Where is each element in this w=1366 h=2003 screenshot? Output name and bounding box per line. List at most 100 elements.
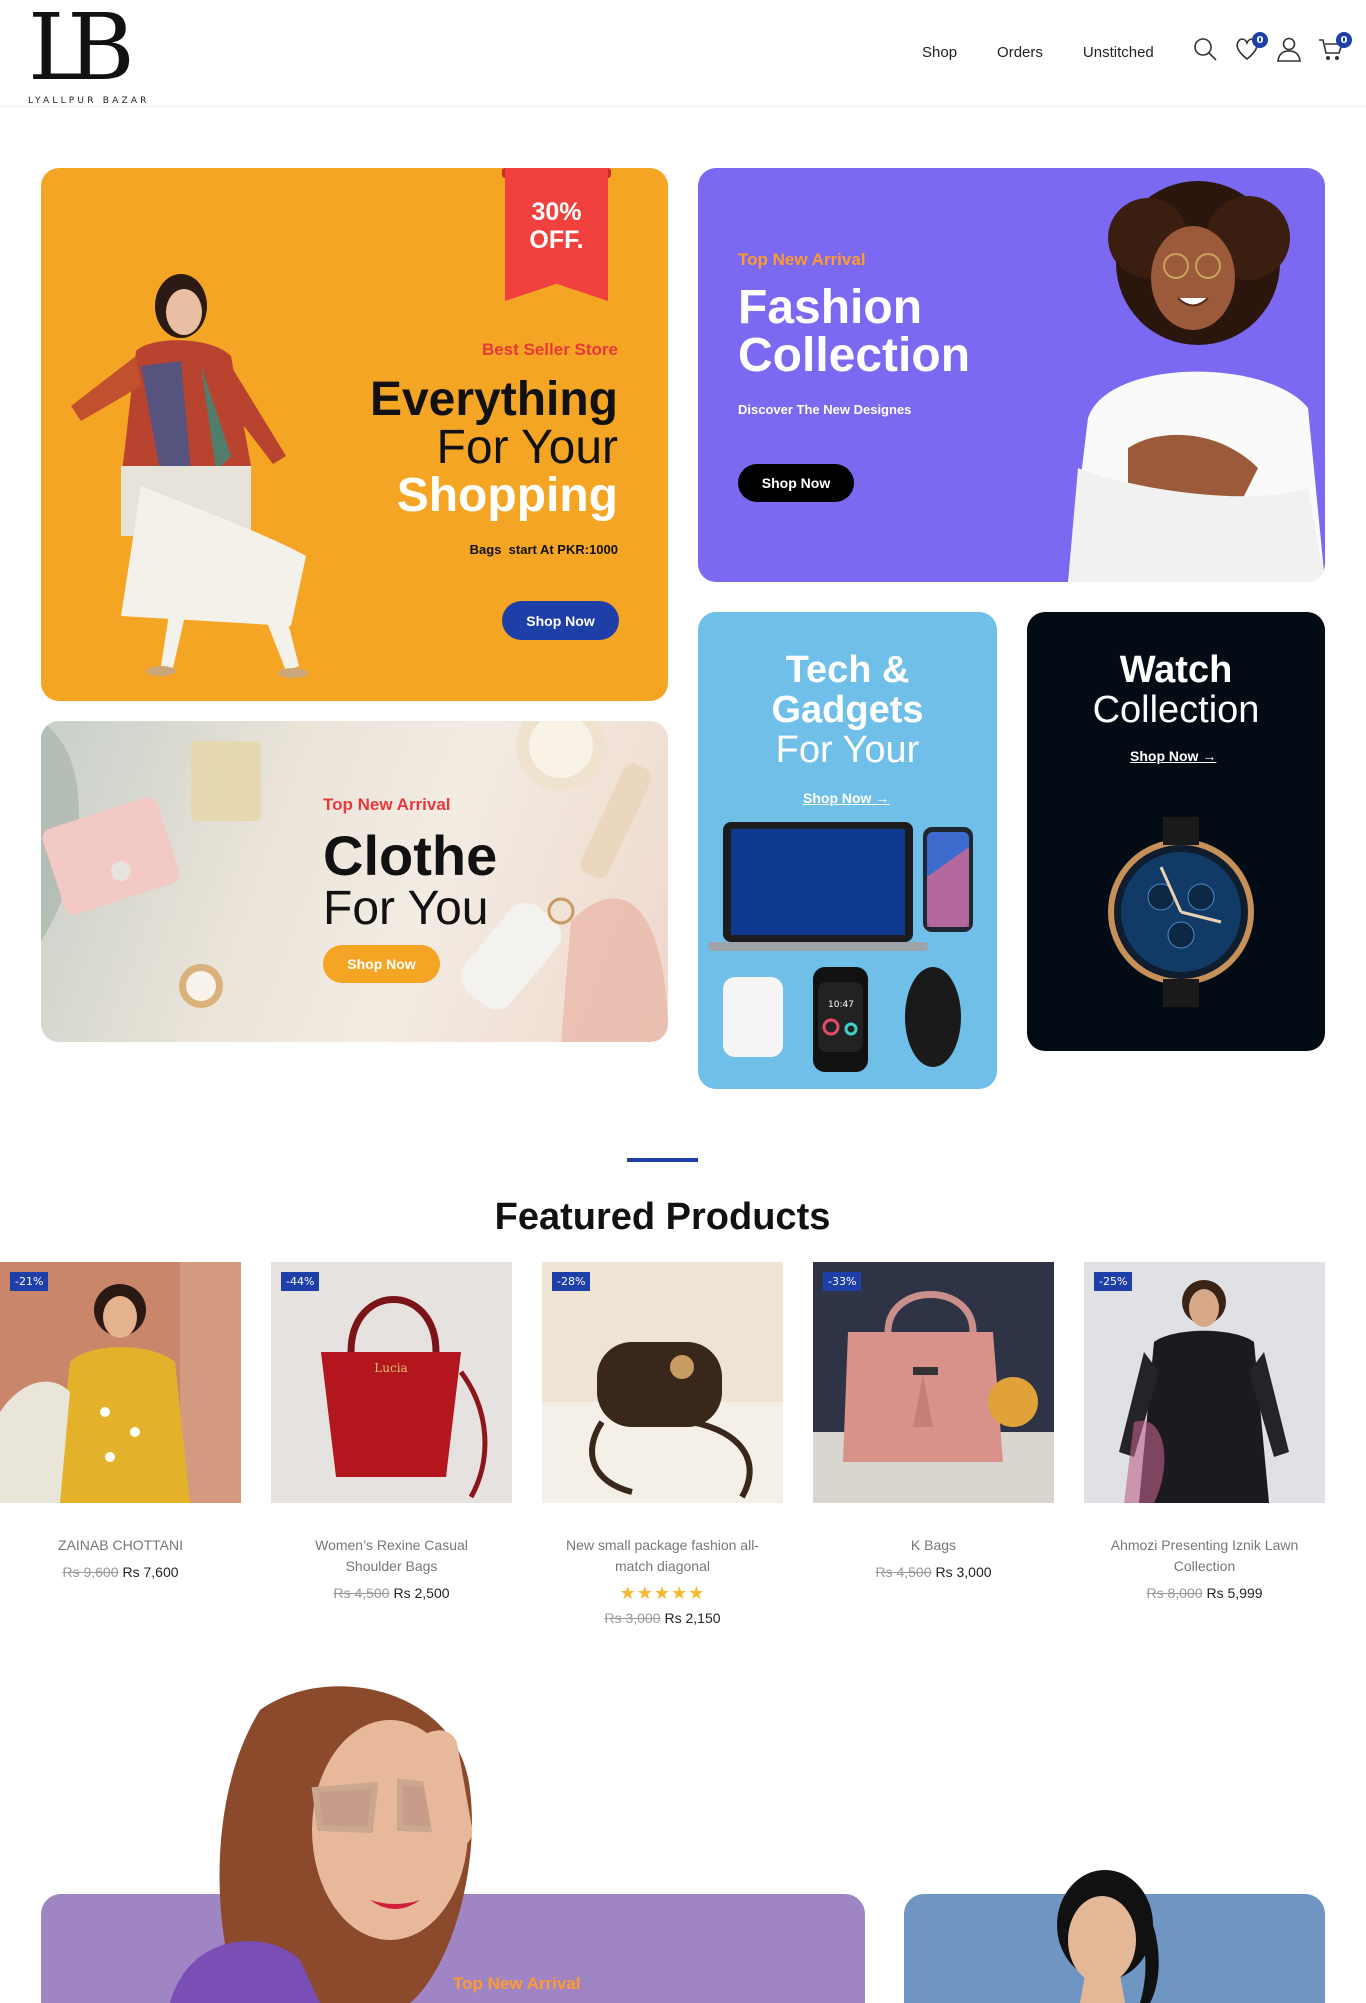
banner5-link-text: Shop Now: [1130, 748, 1199, 764]
svg-text:Lucia: Lucia: [374, 1361, 407, 1375]
discount-ribbon-text: 30% OFF.: [505, 198, 608, 254]
banner1-tag: Best Seller Store: [481, 340, 618, 359]
gadgets-image: 10:47: [708, 822, 973, 1072]
banner2-text: Top New Arrival Fashion Collection Disco…: [738, 250, 970, 417]
sale-price: Rs 7,600: [122, 1564, 179, 1580]
sale-price: Rs 5,999: [1206, 1585, 1263, 1601]
banner4-text: Tech & Gadgets For Your: [698, 650, 997, 770]
section-divider: [627, 1158, 698, 1162]
banner1-text: Best Seller Store Everything For Your Sh…: [298, 340, 618, 557]
banner3-shop-now-button[interactable]: Shop Now: [323, 945, 440, 983]
discount-badge: -25%: [1094, 1272, 1133, 1291]
banner2-shop-now-button[interactable]: Shop Now: [738, 464, 854, 502]
old-price: Rs 3,000: [604, 1610, 661, 1626]
search-icon[interactable]: [1192, 36, 1218, 62]
nav-orders[interactable]: Orders: [997, 44, 1043, 61]
crossbody-bag-image: [542, 1262, 783, 1503]
product-name[interactable]: ZAINAB CHOTTANI: [0, 1535, 241, 1556]
site-header: LB LYALLPUR BAZAR Shop Orders Unstitched…: [0, 0, 1366, 107]
banner4-line3: For Your: [775, 729, 920, 771]
product-card[interactable]: -33% K Bags Rs 4,500 Rs 3,000: [813, 1262, 1054, 1580]
banner4-line2: Gadgets: [771, 689, 924, 731]
discount-badge: -21%: [10, 1272, 49, 1291]
sale-price: Rs 2,500: [393, 1585, 450, 1601]
account-user-icon[interactable]: [1276, 36, 1302, 62]
wishlist-count-badge: 0: [1252, 32, 1268, 48]
product-image[interactable]: -25%: [1084, 1262, 1325, 1503]
old-price: Rs 4,500: [333, 1585, 390, 1601]
banner1-line3: Shopping: [396, 469, 618, 522]
sale-price: Rs 2,150: [664, 1610, 721, 1626]
old-price: Rs 9,600: [62, 1564, 119, 1580]
model-curly-hair-woman-image: [1068, 181, 1325, 582]
product-image[interactable]: -33%: [813, 1262, 1054, 1503]
logo-mark: LB: [28, 0, 135, 101]
wristwatch-image: [1108, 817, 1254, 1007]
red-handbag-image: Lucia: [271, 1262, 512, 1503]
product-card[interactable]: Lucia -44% Women’s Rexine Casual Shoulde…: [271, 1262, 512, 1601]
product-price: Rs 8,000 Rs 5,999: [1084, 1585, 1325, 1601]
product-name[interactable]: K Bags: [813, 1535, 1054, 1556]
banner-fashion-collection[interactable]: Top New Arrival Fashion Collection Disco…: [698, 168, 1325, 582]
banner2-tag: Top New Arrival: [738, 250, 866, 269]
banner5-line1: Watch: [1119, 649, 1233, 691]
yellow-suit-model-image: [0, 1262, 241, 1503]
banner-clothe-for-you[interactable]: Top New Arrival Clothe For You Shop Now: [41, 721, 668, 1042]
banner2-sub: Discover The New Designes: [738, 402, 912, 417]
product-image[interactable]: -21%: [0, 1262, 241, 1503]
banner3-line1: Clothe: [323, 824, 498, 887]
discount-badge: -33%: [823, 1272, 862, 1291]
banner2-line1: Fashion: [738, 281, 923, 334]
nav-unstitched[interactable]: Unstitched: [1083, 44, 1154, 61]
product-price: Rs 3,000 Rs 2,150: [542, 1610, 783, 1626]
wishlist-heart-icon[interactable]: 0: [1234, 32, 1268, 62]
watch-time-label: 10:47: [828, 1000, 854, 1010]
logo-subtitle: LYALLPUR BAZAR: [28, 96, 150, 106]
product-card[interactable]: -25% Ahmozi Presenting Iznik Lawn Collec…: [1084, 1262, 1325, 1601]
product-price: Rs 4,500 Rs 2,500: [271, 1585, 512, 1601]
sunglasses-model-image: [170, 1686, 473, 2003]
model-woman-image: [71, 274, 308, 678]
banner3-tag: Top New Arrival: [323, 795, 451, 814]
main-nav: Shop Orders Unstitched: [922, 44, 1154, 61]
banner4-shop-now-link[interactable]: Shop Now →: [803, 790, 889, 806]
discount-badge: -44%: [281, 1272, 320, 1291]
product-price: Rs 9,600 Rs 7,600: [0, 1564, 241, 1580]
featured-products-title: Featured Products: [494, 1196, 831, 1238]
banner1-shop-now-button[interactable]: Shop Now: [502, 601, 619, 640]
banner1-sub: Bags start At PKR:1000: [469, 542, 618, 557]
banner4-link-text: Shop Now: [803, 790, 872, 806]
site-logo[interactable]: LB LYALLPUR BAZAR: [28, 0, 150, 107]
ribbon-off: OFF.: [529, 226, 584, 254]
banner-everything-shopping[interactable]: 30% OFF. Best Seller Store Everything Fo…: [41, 168, 668, 701]
banner4-line1: Tech &: [785, 649, 910, 691]
product-card[interactable]: -21% ZAINAB CHOTTANI Rs 9,600 Rs 7,600: [0, 1262, 241, 1580]
old-price: Rs 4,500: [875, 1564, 932, 1580]
banner5-shop-now-link[interactable]: Shop Now →: [1130, 748, 1216, 764]
banner-watch-collection[interactable]: Watch Collection Shop Now →: [1027, 612, 1325, 1051]
rating-stars-icon: ★★★★★: [619, 1583, 706, 1603]
pink-handbag-image: [813, 1262, 1054, 1503]
product-image[interactable]: -28%: [542, 1262, 783, 1503]
old-price: Rs 8,000: [1146, 1585, 1203, 1601]
ribbon-percent: 30%: [531, 198, 582, 226]
product-price: Rs 4,500 Rs 3,000: [813, 1564, 1054, 1580]
banner-tech-gadgets[interactable]: Tech & Gadgets For Your Shop Now → 10:47: [698, 612, 997, 1089]
product-name[interactable]: Women’s Rexine Casual Shoulder Bags: [271, 1535, 512, 1577]
cart-count-badge: 0: [1336, 32, 1352, 48]
braided-hair-model-image: [1057, 1870, 1159, 2003]
banner2-line2: Collection: [738, 329, 971, 382]
product-card[interactable]: -28% New small package fashion all-match…: [542, 1262, 783, 1626]
product-name[interactable]: New small package fashion all-match diag…: [542, 1535, 783, 1577]
product-name[interactable]: Ahmozi Presenting Iznik Lawn Collection: [1084, 1535, 1325, 1577]
product-image[interactable]: Lucia -44%: [271, 1262, 512, 1503]
nav-shop[interactable]: Shop: [922, 44, 957, 61]
header-actions: 0 0: [1192, 32, 1352, 62]
banner1-line1: Everything: [369, 373, 618, 426]
sale-price: Rs 3,000: [935, 1564, 992, 1580]
discount-badge: -28%: [552, 1272, 591, 1291]
cart-icon[interactable]: 0: [1318, 32, 1352, 62]
banner1-line2: For Your: [436, 421, 618, 474]
banner5-text: Watch Collection: [1027, 650, 1325, 730]
banner3-line2: For You: [323, 882, 489, 935]
